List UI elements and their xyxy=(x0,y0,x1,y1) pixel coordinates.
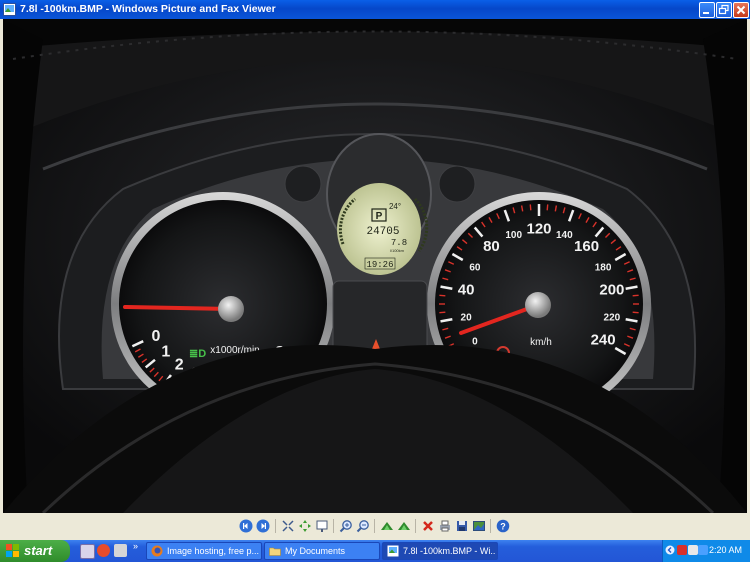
speedometer-tick xyxy=(439,294,446,297)
lcd-clock: 19:26 xyxy=(366,260,393,270)
speedometer-tick xyxy=(439,311,446,314)
next-image-button[interactable] xyxy=(256,519,270,533)
lcd-temperature: 24° xyxy=(389,202,401,211)
speedometer-label: 0 xyxy=(472,337,478,348)
title-bar: 7.8l -100km.BMP - Windows Picture and Fa… xyxy=(0,0,750,19)
slideshow-button[interactable] xyxy=(315,519,329,533)
print-button[interactable] xyxy=(438,519,452,533)
tachometer-hub xyxy=(218,296,244,322)
slideshow-icon xyxy=(316,520,328,532)
best-fit-button[interactable] xyxy=(281,519,295,533)
firefox-icon xyxy=(151,545,163,557)
speedometer-label: 120 xyxy=(526,221,551,238)
rotate-counterclockwise-button[interactable] xyxy=(397,519,411,533)
rotate-clockwise-icon xyxy=(381,522,393,530)
previous-image-icon xyxy=(239,519,253,533)
save-button[interactable] xyxy=(455,519,469,533)
tray-network-icon[interactable] xyxy=(688,545,698,555)
taskbar-item-firefox[interactable]: Image hosting, free p... xyxy=(146,542,262,560)
start-button[interactable]: start xyxy=(0,540,70,562)
taskbar-item-label: Image hosting, free p... xyxy=(167,546,259,556)
quick-launch-browser-icon[interactable] xyxy=(97,544,110,557)
maximize-button[interactable] xyxy=(716,2,732,18)
lcd-fuel-consumption: 7.8 xyxy=(391,238,407,248)
speedometer-label: 140 xyxy=(556,230,573,241)
zoom-out-icon xyxy=(356,520,369,533)
lcd-odometer: 24705 xyxy=(366,226,399,238)
start-label: start xyxy=(24,543,53,558)
picture-viewer-icon xyxy=(3,3,16,16)
close-icon xyxy=(736,5,746,15)
image-viewport[interactable]: 012345678 x1000r/min ≣D 0204060801001201… xyxy=(3,19,747,513)
lcd-gear: P xyxy=(376,211,383,222)
zoom-in-icon xyxy=(339,520,352,533)
speedometer-label: 200 xyxy=(599,282,624,299)
speedometer-label: 240 xyxy=(591,332,616,349)
tachometer-needle xyxy=(123,305,233,311)
speedometer-label: 180 xyxy=(595,263,612,274)
taskbar-item-picture-viewer[interactable]: 7.8l -100km.BMP - Wi... xyxy=(382,542,498,560)
next-image-icon xyxy=(256,519,270,533)
speedometer-hub xyxy=(525,292,551,318)
tachometer-label: 1 xyxy=(161,344,170,361)
windows-logo-icon xyxy=(6,544,19,557)
tray-volume-icon[interactable] xyxy=(698,545,708,555)
zoom-in-button[interactable] xyxy=(339,519,353,533)
delete-icon xyxy=(423,521,433,531)
viewer-toolbar: ? xyxy=(0,513,750,540)
speedometer-label: 100 xyxy=(505,230,522,241)
delete-button[interactable] xyxy=(421,519,435,533)
tray-expand-icon[interactable] xyxy=(665,545,675,555)
speedometer-label: 20 xyxy=(461,312,473,323)
speedometer-label: 220 xyxy=(604,312,621,323)
actual-size-icon xyxy=(299,520,311,532)
speedometer-tick xyxy=(632,311,639,314)
speedometer-label: 80 xyxy=(483,238,500,255)
quick-launch-media-icon[interactable] xyxy=(114,544,127,557)
previous-image-button[interactable] xyxy=(239,519,253,533)
help-button[interactable]: ? xyxy=(496,519,510,533)
quick-launch-expand-icon[interactable]: » xyxy=(133,541,138,551)
best-fit-icon xyxy=(282,520,294,532)
print-icon xyxy=(440,520,450,532)
quick-launch-settings-icon[interactable] xyxy=(80,544,95,559)
picture-viewer-icon xyxy=(387,545,399,557)
speedometer-tick xyxy=(529,204,532,211)
save-icon xyxy=(457,521,467,531)
speedometer-label: 60 xyxy=(469,263,481,274)
taskbar-clock: 2:20 AM xyxy=(709,545,743,555)
zoom-out-button[interactable] xyxy=(356,519,370,533)
restore-icon xyxy=(718,4,729,15)
taskbar-item-label: My Documents xyxy=(285,546,346,556)
edit-button[interactable] xyxy=(472,519,486,533)
tachometer-label: 2 xyxy=(175,356,184,373)
taskbar: start » Image hosting, free p... My Docu… xyxy=(0,540,750,562)
close-button[interactable] xyxy=(733,2,749,18)
fog-light-indicator-icon: ≣D xyxy=(189,348,206,360)
help-icon: ? xyxy=(496,519,510,533)
edit-icon xyxy=(473,521,485,531)
dashboard-photo: 012345678 x1000r/min ≣D 0204060801001201… xyxy=(3,19,747,513)
rotate-counterclockwise-icon xyxy=(398,522,410,530)
minimize-icon xyxy=(703,12,709,14)
svg-text:?: ? xyxy=(500,522,506,532)
tachometer-label: 0 xyxy=(151,328,160,345)
taskbar-item-my-documents[interactable]: My Documents xyxy=(264,542,380,560)
folder-icon xyxy=(269,547,281,556)
minimize-button[interactable] xyxy=(699,2,715,18)
actual-size-button[interactable] xyxy=(298,519,312,533)
rotate-clockwise-button[interactable] xyxy=(380,519,394,533)
lcd-fuel-unit: l/100km xyxy=(390,248,405,253)
window-title: 7.8l -100km.BMP - Windows Picture and Fa… xyxy=(20,3,276,15)
speedometer-tick xyxy=(632,294,639,297)
speedometer-label: 160 xyxy=(574,238,599,255)
tray-security-icon[interactable] xyxy=(677,545,687,555)
speedometer-label: 40 xyxy=(458,282,475,299)
system-tray: 2:20 AM xyxy=(662,540,750,562)
speedometer-unit: km/h xyxy=(530,337,552,348)
taskbar-item-label: 7.8l -100km.BMP - Wi... xyxy=(403,546,495,556)
speedometer-tick xyxy=(546,204,549,211)
